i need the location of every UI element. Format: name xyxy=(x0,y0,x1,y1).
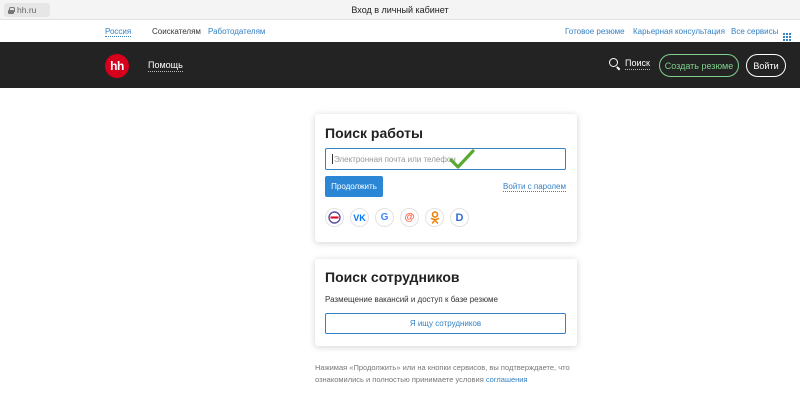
social-login-row: VK G @ D xyxy=(325,208,469,227)
agreement-link[interactable]: соглашения xyxy=(486,375,528,384)
career-consult-link[interactable]: Карьерная консультация xyxy=(633,27,725,36)
browser-bar: hh.ru Вход в личный кабинет xyxy=(0,0,800,20)
search-label: Поиск xyxy=(625,58,650,70)
job-search-title: Поиск работы xyxy=(325,125,423,141)
vk-icon[interactable]: VK xyxy=(350,208,369,227)
search-button[interactable]: Поиск xyxy=(609,58,650,70)
ok-icon[interactable] xyxy=(425,208,444,227)
ready-resume-link[interactable]: Готовое резюме xyxy=(565,27,625,36)
hh-logo[interactable]: hh xyxy=(105,54,129,78)
job-search-card: Поиск работы Электронная почта или телеф… xyxy=(315,114,577,242)
main-header: hh Помощь Поиск Создать резюме Войти xyxy=(0,42,800,88)
mailru-icon[interactable]: @ xyxy=(400,208,419,227)
top-links-bar: Россия Соискателям Работодателям Готовое… xyxy=(0,21,800,42)
create-resume-button[interactable]: Создать резюме xyxy=(659,54,739,77)
all-services-link[interactable]: Все сервисы xyxy=(731,27,791,41)
email-phone-input[interactable]: Электронная почта или телефон xyxy=(325,148,566,170)
find-employees-button[interactable]: Я ищу сотрудников xyxy=(325,313,566,334)
google-icon[interactable]: G xyxy=(375,208,394,227)
continue-button[interactable]: Продолжить xyxy=(325,176,383,197)
gosuslugi-icon[interactable] xyxy=(325,208,344,227)
text-caret xyxy=(332,154,333,164)
seekers-link[interactable]: Соискателям xyxy=(152,27,201,36)
grid-icon xyxy=(782,33,791,41)
employer-description: Размещение вакансий и доступ к базе резю… xyxy=(325,295,498,304)
page-title: Вход в личный кабинет xyxy=(351,5,449,15)
employer-search-card: Поиск сотрудников Размещение вакансий и … xyxy=(315,259,577,346)
region-link[interactable]: Россия xyxy=(105,27,132,37)
email-placeholder: Электронная почта или телефон xyxy=(334,154,456,164)
checkmark-icon xyxy=(449,149,475,169)
all-services-label: Все сервисы xyxy=(731,27,779,36)
employer-search-title: Поиск сотрудников xyxy=(325,269,460,285)
employers-link[interactable]: Работодателям xyxy=(208,27,265,36)
login-button[interactable]: Войти xyxy=(746,54,786,77)
help-link[interactable]: Помощь xyxy=(148,60,183,72)
search-icon xyxy=(609,58,621,70)
d-icon[interactable]: D xyxy=(450,208,469,227)
terms-text: Нажимая «Продолжить» или на кнопки серви… xyxy=(315,363,570,384)
login-with-password-link[interactable]: Войти с паролем xyxy=(503,182,566,192)
terms-note: Нажимая «Продолжить» или на кнопки серви… xyxy=(315,362,585,386)
